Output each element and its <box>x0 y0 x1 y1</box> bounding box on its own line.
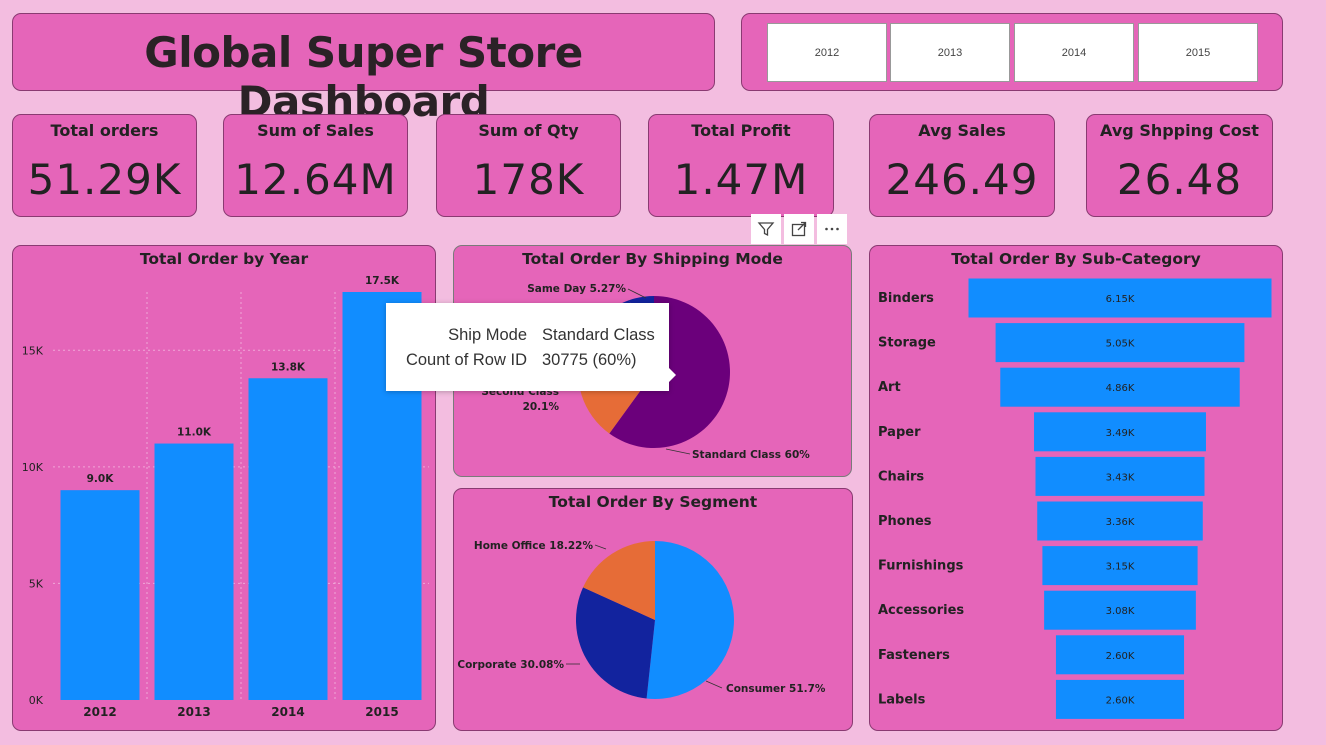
category-label: Accessories <box>878 603 964 618</box>
y-tick-label: 5K <box>29 577 44 590</box>
kpi-card-total-orders[interactable]: Total orders 51.29K <box>12 114 197 217</box>
leader-line <box>705 680 723 689</box>
kpi-value: 178K <box>472 155 585 204</box>
data-label: 2.60K <box>1106 651 1135 662</box>
kpi-label: Sum of Qty <box>478 121 579 140</box>
kpi-value: 51.29K <box>27 155 182 204</box>
chart-total-order-by-year[interactable]: Total Order by Year 0K 5K 10K 15K 9.0K 2012 11… <box>12 245 436 731</box>
x-tick-label: 2012 <box>83 705 116 719</box>
y-tick-label: 0K <box>29 694 44 707</box>
data-label: 3.08K <box>1106 606 1135 617</box>
kpi-card-avg-shipping-cost[interactable]: Avg Shpping Cost 26.48 <box>1086 114 1273 217</box>
year-option-2013[interactable]: 2013 <box>890 23 1010 82</box>
bar <box>60 490 140 700</box>
visual-header-toolbar <box>751 214 851 244</box>
year-option-2014[interactable]: 2014 <box>1014 23 1134 82</box>
category-label: Fasteners <box>878 648 950 663</box>
year-bar-chart-svg: 0K 5K 10K 15K 9.0K 2012 11.0K 2013 13.8K 2014 17.5… <box>22 275 429 719</box>
year-option-2012[interactable]: 2012 <box>767 23 887 82</box>
slice-label: Same Day 5.27% <box>527 283 626 295</box>
sub-category-funnel-svg: Binders 6.15K Storage 5.05K Art 4.86K Paper 3.4… <box>878 278 1272 719</box>
chart-total-order-by-segment[interactable]: Total Order By Segment Consumer 51.7% Cor… <box>453 488 853 731</box>
data-label: 3.15K <box>1106 562 1135 573</box>
leader-line <box>665 448 691 455</box>
bar <box>154 443 234 700</box>
data-label: 3.49K <box>1106 428 1135 439</box>
chart-tooltip: Ship Mode Standard Class Count of Row ID… <box>386 303 676 391</box>
x-tick-label: 2015 <box>365 705 398 719</box>
filter-icon[interactable] <box>751 214 781 244</box>
kpi-label: Avg Sales <box>918 121 1006 140</box>
focus-mode-icon[interactable] <box>784 214 814 244</box>
dashboard-title: Global Super Store Dashboard <box>144 28 583 126</box>
kpi-value: 12.64M <box>234 155 397 204</box>
category-label: Paper <box>878 425 921 440</box>
category-label: Labels <box>878 692 926 707</box>
data-label: 3.36K <box>1106 517 1135 528</box>
kpi-value: 246.49 <box>885 155 1039 204</box>
kpi-label: Total Profit <box>691 121 791 140</box>
chart-total-order-by-sub-category[interactable]: Total Order By Sub-Category Binders 6.15K… <box>869 245 1283 731</box>
data-label: 13.8K <box>271 361 306 373</box>
tooltip-value: 30775 (60%) <box>542 351 637 369</box>
tooltip-pointer <box>668 367 676 383</box>
tooltip-label: Ship Mode <box>448 326 527 344</box>
category-label: Binders <box>878 291 934 306</box>
data-label: 3.43K <box>1106 472 1135 483</box>
kpi-value: 26.48 <box>1116 155 1243 204</box>
year-option-2015[interactable]: 2015 <box>1138 23 1258 82</box>
y-tick-label: 15K <box>22 344 44 357</box>
category-label: Chairs <box>878 469 924 484</box>
segment-pie-svg: Consumer 51.7% Corporate 30.08% Home Offic… <box>457 540 826 699</box>
kpi-card-sum-of-sales[interactable]: Sum of Sales 12.64M <box>223 114 408 217</box>
leader-line <box>627 288 647 299</box>
kpi-label: Sum of Sales <box>257 121 374 140</box>
data-label: 17.5K <box>365 275 400 287</box>
dashboard-title-card: Global Super Store Dashboard <box>12 13 715 126</box>
kpi-card-avg-sales[interactable]: Avg Sales 246.49 <box>869 114 1055 217</box>
kpi-label: Total orders <box>50 121 159 140</box>
data-label: 4.86K <box>1106 383 1135 394</box>
category-label: Art <box>878 380 901 395</box>
kpi-card-sum-of-qty[interactable]: Sum of Qty 178K <box>436 114 621 217</box>
category-label: Storage <box>878 336 936 351</box>
data-label: 6.15K <box>1106 294 1135 305</box>
slice-label: Corporate 30.08% <box>457 659 564 671</box>
x-tick-label: 2013 <box>177 705 210 719</box>
y-tick-label: 10K <box>22 461 44 474</box>
kpi-label: Avg Shpping Cost <box>1100 121 1259 140</box>
tooltip-label: Count of Row ID <box>405 351 527 369</box>
pie-slice <box>646 541 734 699</box>
data-label: 11.0K <box>177 427 212 439</box>
x-tick-label: 2014 <box>271 705 304 719</box>
year-slicer: 2012 2013 2014 2015 <box>741 13 1283 91</box>
more-options-icon[interactable] <box>817 214 847 244</box>
data-label: 5.05K <box>1106 339 1135 350</box>
kpi-value: 1.47M <box>673 155 809 204</box>
slice-label: 20.1% <box>523 401 560 413</box>
data-label: 9.0K <box>87 473 115 485</box>
category-label: Phones <box>878 514 932 529</box>
tooltip-value: Standard Class <box>542 326 655 344</box>
bar <box>248 378 328 700</box>
slice-label: Consumer 51.7% <box>726 683 826 695</box>
kpi-card-total-profit[interactable]: Total Profit 1.47M <box>648 114 834 217</box>
slice-label: Home Office 18.22% <box>474 540 594 552</box>
category-label: Furnishings <box>878 559 964 574</box>
data-label: 2.60K <box>1106 695 1135 706</box>
slice-label: Standard Class 60% <box>692 449 810 461</box>
leader-line <box>594 544 607 550</box>
